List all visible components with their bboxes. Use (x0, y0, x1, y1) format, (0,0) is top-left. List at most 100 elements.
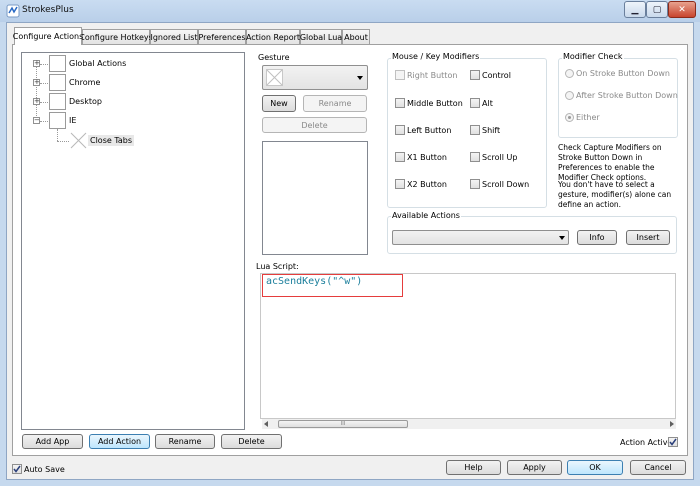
x2-button-checkbox[interactable] (395, 179, 405, 189)
app-icon-placeholder (49, 74, 66, 91)
scroll-up-label: Scroll Up (482, 153, 518, 162)
right-button-checkbox[interactable] (395, 70, 405, 80)
tree-item-close-tabs[interactable]: Close Tabs (88, 135, 135, 146)
alt-label: Alt (482, 99, 493, 108)
scroll-up-checkbox[interactable] (470, 152, 480, 162)
tab-about[interactable]: About (342, 29, 370, 44)
apply-button[interactable]: Apply (507, 460, 562, 475)
auto-save-checkbox[interactable] (12, 464, 22, 474)
tree-expand-icon[interactable]: + (33, 79, 40, 86)
cancel-button[interactable]: Cancel (630, 460, 686, 475)
app-icon (6, 4, 20, 18)
either-radio[interactable] (565, 113, 574, 122)
middle-button-label: Middle Button (407, 99, 463, 108)
middle-button-checkbox[interactable] (395, 98, 405, 108)
chevron-down-icon (357, 76, 363, 80)
gesture-dropdown[interactable] (262, 65, 368, 90)
close-button[interactable]: ✕ (668, 1, 696, 18)
left-button-label: Left Button (407, 126, 452, 135)
modifier-check-group-label: Modifier Check (562, 52, 624, 61)
tab-preferences[interactable]: Preferences (198, 29, 246, 44)
tree-item-chrome[interactable]: Chrome (69, 78, 100, 87)
rename-button[interactable]: Rename (155, 434, 215, 449)
on-stroke-down-radio[interactable] (565, 69, 574, 78)
after-stroke-down-radio[interactable] (565, 91, 574, 100)
lua-script-label: Lua Script: (256, 262, 299, 271)
gesture-label: Gesture (258, 53, 290, 62)
control-label: Control (482, 71, 511, 80)
tree-item-ie[interactable]: IE (69, 116, 76, 125)
available-actions-dropdown[interactable] (392, 230, 569, 245)
x2-button-label: X2 Button (407, 180, 447, 189)
tree-line (40, 64, 48, 65)
add-app-button[interactable]: Add App (22, 434, 83, 449)
tree-line (40, 102, 48, 103)
radio-dot (568, 116, 571, 119)
tab-ignored-list[interactable]: Ignored List (150, 29, 198, 44)
maximize-icon: ▢ (652, 4, 662, 15)
add-action-button[interactable]: Add Action (89, 434, 150, 449)
on-stroke-down-label: On Stroke Button Down (576, 69, 670, 78)
scroll-down-checkbox[interactable] (470, 179, 480, 189)
modifier-only-note: You don't have to select a gesture, modi… (558, 180, 672, 209)
maximize-button[interactable]: ▢ (646, 1, 668, 18)
alt-checkbox[interactable] (470, 98, 480, 108)
shift-label: Shift (482, 126, 501, 135)
rename-gesture-button[interactable]: Rename (303, 95, 367, 112)
delete-gesture-button[interactable]: Delete (262, 117, 367, 133)
tree-line (57, 129, 58, 141)
shift-checkbox[interactable] (470, 125, 480, 135)
new-gesture-button[interactable]: New (262, 95, 296, 112)
tree-expand-icon[interactable]: + (33, 98, 40, 105)
tree-item-global-actions[interactable]: Global Actions (69, 59, 126, 68)
app-icon-placeholder (49, 93, 66, 110)
after-stroke-down-label: After Stroke Button Down (576, 91, 678, 100)
scroll-right-icon[interactable] (670, 421, 674, 427)
tab-global-lua[interactable]: Global Lua (300, 29, 342, 44)
scroll-left-icon[interactable] (264, 421, 268, 427)
info-button[interactable]: Info (577, 230, 617, 245)
app-icon-placeholder (49, 55, 66, 72)
ok-button[interactable]: OK (567, 460, 623, 475)
auto-save-label: Auto Save (24, 465, 65, 474)
horizontal-scrollbar[interactable]: III (262, 419, 676, 429)
chevron-down-icon (559, 236, 565, 240)
gesture-x-icon (266, 69, 283, 86)
scroll-thumb[interactable]: III (278, 420, 408, 428)
modifier-check-note: Check Capture Modifiers on Stroke Button… (558, 143, 662, 182)
right-button-label: Right Button (407, 71, 458, 80)
lua-script-code[interactable]: acSendKeys("^w") (266, 276, 362, 287)
checkmark-icon (13, 465, 21, 473)
tree-item-desktop[interactable]: Desktop (69, 97, 102, 106)
modifiers-group-label: Mouse / Key Modifiers (391, 52, 481, 61)
scroll-grip: III (340, 421, 346, 427)
tree-line (57, 141, 69, 142)
minimize-button[interactable]: ▁ (624, 1, 646, 18)
control-checkbox[interactable] (470, 70, 480, 80)
scroll-down-label: Scroll Down (482, 180, 530, 189)
app-icon-placeholder (49, 112, 66, 129)
available-actions-label: Available Actions (391, 211, 461, 220)
window-title: StrokesPlus (22, 5, 74, 15)
minimize-icon: ▁ (631, 4, 639, 15)
app-action-tree[interactable]: + Global Actions + Chrome + Desktop − IE… (21, 52, 245, 430)
tree-expand-icon[interactable]: + (33, 60, 40, 67)
insert-button[interactable]: Insert (626, 230, 670, 245)
help-button[interactable]: Help (446, 460, 501, 475)
title-bar[interactable]: StrokesPlus ▁ ▢ ✕ (0, 0, 700, 22)
left-button-checkbox[interactable] (395, 125, 405, 135)
tree-line (36, 65, 37, 122)
x1-button-checkbox[interactable] (395, 152, 405, 162)
action-active-label: Action Active (620, 438, 673, 447)
tree-line (40, 121, 48, 122)
tree-line (40, 83, 48, 84)
tab-configure-actions[interactable]: Configure Actions (13, 27, 83, 45)
tab-action-report[interactable]: Action Report (246, 29, 300, 44)
tab-configure-hotkeys[interactable]: Configure Hotkeys (79, 29, 153, 44)
x1-button-label: X1 Button (407, 153, 447, 162)
tree-collapse-icon[interactable]: − (33, 117, 40, 124)
gesture-x-icon (70, 132, 87, 149)
delete-button[interactable]: Delete (221, 434, 282, 449)
either-label: Either (576, 113, 600, 122)
action-active-checkbox[interactable] (668, 437, 678, 447)
